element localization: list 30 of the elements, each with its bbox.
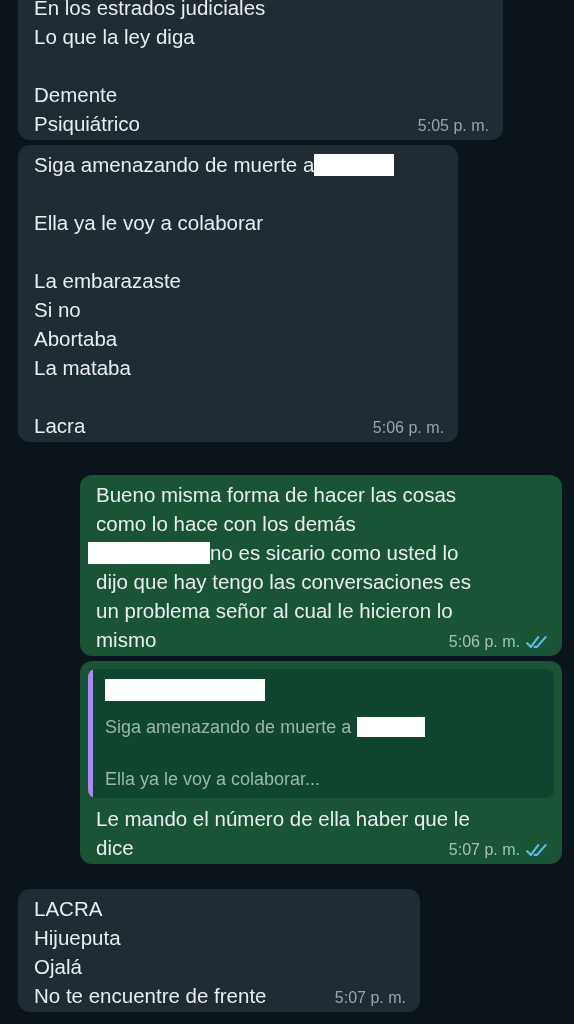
message-text: Siga amenazando de muerte a [34, 152, 315, 178]
message-text: Abortaba [34, 326, 118, 352]
message-text: Ella ya le voy a colaborar [34, 210, 264, 236]
message-text: dijo que hay tengo las conversaciones es [96, 569, 471, 595]
message-text: Psiquiátrico [34, 111, 140, 137]
message-text: Lacra [34, 413, 86, 439]
message-text: No te encuentre de frente [34, 983, 267, 1009]
quote-text: Siga amenazando de muerte a [105, 716, 352, 739]
message-text: Si no [34, 297, 81, 323]
message-time: 5:07 p. m. [334, 988, 406, 1008]
message-time: 5:07 p. m. [448, 840, 520, 860]
message-text: mismo [96, 627, 157, 653]
message-text: En los estrados judiciales [34, 0, 266, 21]
message-text: Hijueputa [34, 925, 121, 951]
message-text: Bueno misma forma de hacer las cosas [96, 482, 457, 508]
message-text: Demente [34, 82, 118, 108]
message-text: Ojalá [34, 954, 82, 980]
message-text: dice [96, 835, 134, 861]
quote-text: Ella ya le voy a colaborar... [105, 768, 321, 791]
message-time: 5:06 p. m. [372, 418, 444, 438]
message-text: un problema señor al cual le hicieron lo [96, 598, 453, 624]
message-text: Le mando el número de ella haber que le [96, 806, 470, 832]
message-text: no es sicario como usted lo [210, 540, 459, 566]
message-time: 5:06 p. m. [448, 632, 520, 652]
message-time: 5:05 p. m. [417, 116, 489, 136]
message-text: La embarazaste [34, 268, 181, 294]
message-text: La mataba [34, 355, 131, 381]
message-text: Lo que la ley diga [34, 24, 195, 50]
message-text: LACRA [34, 896, 103, 922]
message-text: como lo hace con los demás [96, 511, 356, 537]
